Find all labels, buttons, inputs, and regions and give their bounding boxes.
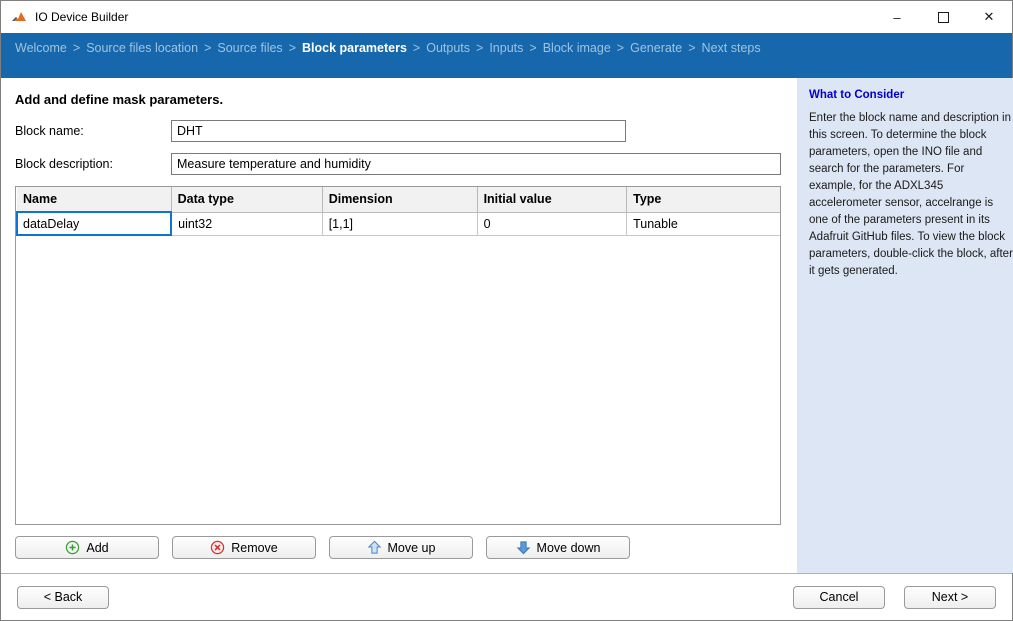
remove-button[interactable]: Remove <box>172 536 316 559</box>
block-description-input[interactable] <box>171 153 781 175</box>
breadcrumb-step-block-image: Block image <box>543 41 611 55</box>
breadcrumb-step-inputs: Inputs <box>489 41 523 55</box>
move-up-button-label: Move up <box>388 541 436 555</box>
cancel-button[interactable]: Cancel <box>793 586 885 609</box>
wizard-breadcrumb: Welcome > Source files location > Source… <box>1 33 1012 78</box>
column-header-name: Name <box>17 187 171 212</box>
window-body: Add and define mask parameters. Block na… <box>1 78 1012 573</box>
io-device-builder-window: IO Device Builder – ✕ Welcome > Source f… <box>0 0 1013 621</box>
x-circle-icon <box>210 540 225 555</box>
page-title: Add and define mask parameters. <box>15 92 781 107</box>
breadcrumb-step-next-steps: Next steps <box>702 41 761 55</box>
block-name-input[interactable] <box>171 120 626 142</box>
breadcrumb-separator: > <box>617 41 624 55</box>
help-sidebar: What to Consider Enter the block name an… <box>797 78 1013 573</box>
table-action-buttons: Add Remove Move up <box>15 536 781 559</box>
window-title: IO Device Builder <box>35 10 874 24</box>
breadcrumb-step-source-files: Source files <box>217 41 282 55</box>
block-description-label: Block description: <box>15 157 171 171</box>
block-name-label: Block name: <box>15 124 171 138</box>
breadcrumb-separator: > <box>529 41 536 55</box>
maximize-button[interactable] <box>920 1 966 33</box>
arrow-up-icon <box>367 540 382 555</box>
breadcrumb-separator: > <box>413 41 420 55</box>
window-controls: – ✕ <box>874 1 1012 33</box>
column-header-data-type: Data type <box>171 187 322 212</box>
back-button[interactable]: < Back <box>17 586 109 609</box>
breadcrumb-separator: > <box>289 41 296 55</box>
breadcrumb-step-block-parameters-active: Block parameters <box>302 41 407 55</box>
title-bar: IO Device Builder – ✕ <box>1 1 1012 33</box>
minimize-button[interactable]: – <box>874 1 920 33</box>
plus-circle-icon <box>65 540 80 555</box>
main-content: Add and define mask parameters. Block na… <box>1 78 797 573</box>
arrow-down-icon <box>516 540 531 555</box>
move-down-button-label: Move down <box>537 541 601 555</box>
breadcrumb-separator: > <box>688 41 695 55</box>
cell-param-name-selected[interactable]: dataDelay <box>17 212 171 235</box>
cell-param-type[interactable]: Tunable <box>627 212 780 235</box>
breadcrumb-step-generate: Generate <box>630 41 682 55</box>
breadcrumb-step-source-files-location: Source files location <box>86 41 198 55</box>
column-header-type: Type <box>627 187 780 212</box>
sidebar-help-text: Enter the block name and description in … <box>809 110 1013 280</box>
breadcrumb-step-welcome: Welcome <box>15 41 67 55</box>
column-header-dimension: Dimension <box>322 187 477 212</box>
block-description-row: Block description: <box>15 153 781 175</box>
sidebar-title: What to Consider <box>809 89 1013 101</box>
parameters-table-container: Name Data type Dimension Initial value T… <box>15 186 781 525</box>
move-down-button[interactable]: Move down <box>486 536 630 559</box>
block-name-row: Block name: <box>15 120 781 142</box>
remove-button-label: Remove <box>231 541 278 555</box>
move-up-button[interactable]: Move up <box>329 536 473 559</box>
breadcrumb-separator: > <box>476 41 483 55</box>
cell-param-data-type[interactable]: uint32 <box>171 212 322 235</box>
matlab-app-icon <box>11 9 27 25</box>
column-header-initial-value: Initial value <box>477 187 627 212</box>
breadcrumb-step-outputs: Outputs <box>426 41 470 55</box>
breadcrumb-separator: > <box>73 41 80 55</box>
cell-param-dimension[interactable]: [1,1] <box>322 212 477 235</box>
table-header-row: Name Data type Dimension Initial value T… <box>17 187 780 212</box>
maximize-icon <box>938 12 949 23</box>
next-button[interactable]: Next > <box>904 586 996 609</box>
footer-bar: < Back Cancel Next > <box>1 573 1012 620</box>
breadcrumb-separator: > <box>204 41 211 55</box>
parameters-table: Name Data type Dimension Initial value T… <box>16 187 780 236</box>
cell-param-initial-value[interactable]: 0 <box>477 212 627 235</box>
table-row: dataDelay uint32 [1,1] 0 Tunable <box>17 212 780 235</box>
close-button[interactable]: ✕ <box>966 1 1012 33</box>
add-button-label: Add <box>86 541 108 555</box>
add-button[interactable]: Add <box>15 536 159 559</box>
